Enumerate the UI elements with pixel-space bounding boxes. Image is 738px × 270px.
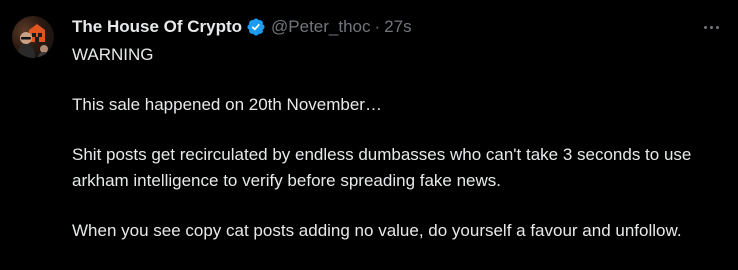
- tweet: The House Of Crypto @Peter_thoc · 27s WA…: [0, 0, 738, 270]
- timestamp[interactable]: 27s: [384, 17, 411, 37]
- verified-badge-icon[interactable]: [246, 17, 266, 37]
- tweet-paragraph: WARNING: [72, 45, 154, 64]
- display-name[interactable]: The House Of Crypto: [72, 17, 242, 37]
- avatar-image: [17, 24, 50, 58]
- header-separator: ·: [374, 17, 381, 36]
- tweet-text: WARNING This sale happened on 20th Novem…: [72, 42, 722, 244]
- avatar[interactable]: [12, 16, 54, 58]
- user-handle[interactable]: @Peter_thoc: [271, 17, 370, 37]
- more-options-icon[interactable]: [700, 16, 722, 38]
- tweet-paragraph: This sale happened on 20th November…: [72, 95, 382, 114]
- tweet-header: The House Of Crypto @Peter_thoc · 27s: [72, 14, 412, 40]
- tweet-paragraph: When you see copy cat posts adding no va…: [72, 221, 682, 240]
- tweet-paragraph: Shit posts get recirculated by endless d…: [72, 145, 692, 190]
